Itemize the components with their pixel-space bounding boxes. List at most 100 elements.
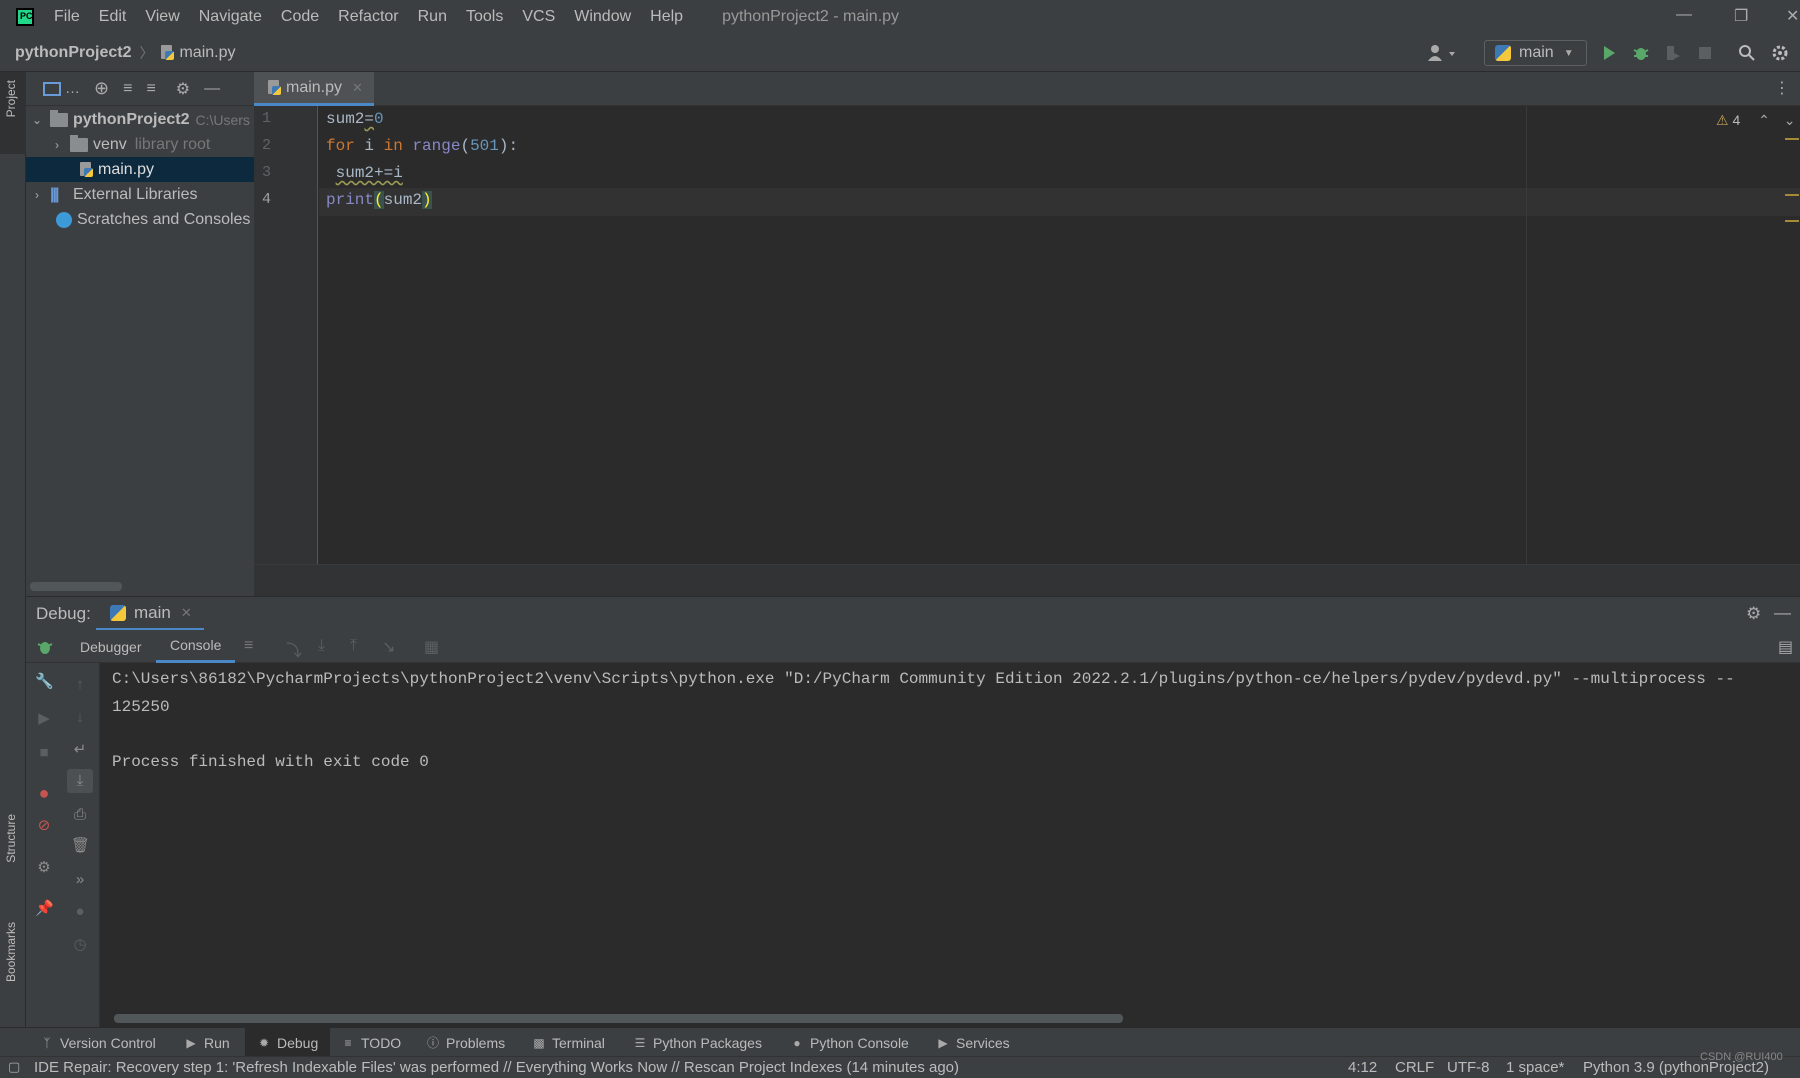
- python-console-icon[interactable]: ●: [71, 903, 89, 921]
- step-out-icon[interactable]: ⤒: [350, 637, 357, 655]
- locate-file-icon[interactable]: ⊕: [94, 78, 109, 99]
- history-clock-icon[interactable]: ◷: [71, 936, 89, 954]
- tool-python-console[interactable]: ● Python Console: [790, 1028, 908, 1057]
- run-with-coverage-icon[interactable]: [1664, 44, 1682, 62]
- hide-panel-icon[interactable]: —: [204, 80, 220, 98]
- view-breakpoints-icon[interactable]: ●: [35, 784, 53, 802]
- file-encoding[interactable]: UTF-8: [1447, 1059, 1490, 1076]
- tool-run[interactable]: ▶ Run: [184, 1028, 229, 1057]
- soft-wrap-icon[interactable]: ↵: [71, 741, 89, 759]
- settings-gear-icon[interactable]: [1771, 44, 1789, 62]
- chevron-right-icon[interactable]: ›: [30, 188, 44, 202]
- project-view-icon[interactable]: [43, 81, 61, 96]
- tool-version-control[interactable]: ᛉ Version Control: [40, 1028, 155, 1057]
- print-icon[interactable]: ⎙: [71, 806, 89, 824]
- status-toggle-icon[interactable]: ▢: [8, 1059, 20, 1075]
- menu-file[interactable]: File: [54, 8, 80, 26]
- step-into-icon[interactable]: ⤓: [318, 637, 325, 655]
- more-options-icon[interactable]: …: [65, 80, 80, 97]
- caret-position[interactable]: 4:12: [1348, 1059, 1377, 1076]
- debug-bug-icon[interactable]: [1632, 44, 1650, 62]
- menu-edit[interactable]: Edit: [99, 8, 127, 26]
- bookmarks-tool-tab[interactable]: Bookmarks: [4, 922, 18, 982]
- minimize-icon[interactable]: —: [1676, 6, 1692, 24]
- chevron-right-icon[interactable]: ›: [50, 138, 64, 152]
- debug-settings-icon[interactable]: ⚙: [35, 859, 53, 877]
- next-highlight-icon[interactable]: ⌄: [1784, 112, 1796, 128]
- expand-all-icon[interactable]: ≡: [123, 80, 132, 98]
- debug-settings-gear-icon[interactable]: ⚙: [1746, 604, 1761, 624]
- close-session-icon[interactable]: ✕: [181, 605, 192, 621]
- run-configuration-select[interactable]: main ▼: [1484, 40, 1587, 66]
- tree-item-main-py[interactable]: main.py: [26, 157, 254, 182]
- structure-tool-tab[interactable]: Structure: [4, 814, 18, 863]
- chevron-down-icon[interactable]: ⌄: [30, 113, 44, 127]
- tool-problems[interactable]: ⓘ Problems: [426, 1028, 505, 1057]
- run-icon[interactable]: [1600, 44, 1618, 62]
- pin-tab-icon[interactable]: 📌: [35, 900, 54, 918]
- up-arrow-icon[interactable]: ↑: [71, 676, 89, 694]
- menu-code[interactable]: Code: [281, 8, 319, 26]
- tree-item-scratches[interactable]: Scratches and Consoles: [26, 207, 254, 232]
- debug-console-output[interactable]: C:\Users\86182\PycharmProjects\pythonPro…: [100, 663, 1800, 1027]
- user-account-icon[interactable]: [1428, 44, 1460, 62]
- tab-console[interactable]: Console: [156, 630, 236, 663]
- menu-view[interactable]: View: [145, 8, 179, 26]
- menu-run[interactable]: Run: [418, 8, 447, 26]
- editor-options-icon[interactable]: ⋮: [1774, 78, 1790, 98]
- tree-item-venv[interactable]: › venv library root: [26, 132, 254, 157]
- hide-debug-icon[interactable]: —: [1774, 603, 1791, 623]
- code-editor[interactable]: sum2=0 for i in range(501): sum2+=i prin…: [319, 106, 1800, 564]
- warning-stripe[interactable]: [1785, 220, 1799, 222]
- tool-python-packages[interactable]: ☰ Python Packages: [633, 1028, 762, 1057]
- restore-icon[interactable]: ❐: [1734, 6, 1748, 26]
- project-tool-tab[interactable]: Project: [4, 80, 18, 117]
- indent-setting[interactable]: 1 space*: [1506, 1059, 1564, 1076]
- inspection-widget[interactable]: ⚠ 4 ⌃ ⌄: [1716, 112, 1796, 129]
- resume-program-icon[interactable]: ▶: [35, 710, 53, 728]
- layout-settings-icon[interactable]: ▤: [1778, 637, 1793, 657]
- clear-all-trash-icon[interactable]: 🗑: [71, 837, 90, 855]
- collapse-all-icon[interactable]: ≡: [146, 80, 155, 98]
- breadcrumb-project[interactable]: pythonProject2: [15, 44, 131, 62]
- line-number: 3: [262, 164, 272, 181]
- close-tab-icon[interactable]: ✕: [352, 80, 363, 96]
- menu-tools[interactable]: Tools: [466, 8, 503, 26]
- tab-debugger[interactable]: Debugger: [80, 630, 142, 663]
- menu-navigate[interactable]: Navigate: [199, 8, 262, 26]
- search-icon[interactable]: [1738, 44, 1756, 62]
- step-over-icon[interactable]: ⤵: [286, 637, 302, 661]
- console-horizontal-scrollbar[interactable]: [114, 1014, 1123, 1023]
- tool-services[interactable]: ▶ Services: [936, 1028, 1009, 1057]
- breadcrumb-file[interactable]: main.py: [179, 44, 235, 62]
- tree-item-external-libraries[interactable]: › ||| External Libraries: [26, 182, 254, 207]
- tree-item-project-root[interactable]: ⌄ pythonProject2 C:\Users: [26, 107, 254, 132]
- menu-vcs[interactable]: VCS: [522, 8, 555, 26]
- debug-session-tab[interactable]: main ✕: [96, 597, 204, 631]
- run-to-cursor-icon[interactable]: ↘: [382, 637, 395, 657]
- stop-icon[interactable]: [1696, 44, 1714, 62]
- tool-terminal[interactable]: ▩ Terminal: [532, 1028, 605, 1057]
- tool-todo[interactable]: ≡ TODO: [341, 1028, 401, 1057]
- mute-breakpoints-icon[interactable]: ⊘: [35, 817, 53, 835]
- line-separator[interactable]: CRLF: [1395, 1059, 1434, 1076]
- close-window-icon[interactable]: ✕: [1786, 6, 1799, 26]
- wrench-icon[interactable]: 🔧: [35, 673, 54, 691]
- show-more-icon[interactable]: »: [71, 871, 89, 889]
- menu-window[interactable]: Window: [574, 8, 631, 26]
- menu-help[interactable]: Help: [650, 8, 683, 26]
- down-arrow-icon[interactable]: ↓: [71, 709, 89, 727]
- warning-stripe[interactable]: [1785, 194, 1799, 196]
- frames-list-icon[interactable]: ≡: [244, 637, 253, 655]
- evaluate-expression-icon[interactable]: ▦: [424, 637, 439, 657]
- menu-refactor[interactable]: Refactor: [338, 8, 398, 26]
- warning-stripe[interactable]: [1785, 138, 1799, 140]
- project-scrollbar[interactable]: [30, 582, 122, 591]
- status-message[interactable]: IDE Repair: Recovery step 1: 'Refresh In…: [34, 1059, 959, 1076]
- project-settings-gear-icon[interactable]: ⚙: [176, 79, 190, 99]
- scroll-to-end-icon[interactable]: ⤓: [67, 769, 93, 793]
- tool-debug[interactable]: ✹ Debug: [245, 1028, 331, 1057]
- stop-debug-icon[interactable]: ■: [35, 744, 53, 762]
- previous-highlight-icon[interactable]: ⌃: [1758, 112, 1770, 128]
- editor-tab-main-py[interactable]: main.py ✕: [254, 72, 374, 106]
